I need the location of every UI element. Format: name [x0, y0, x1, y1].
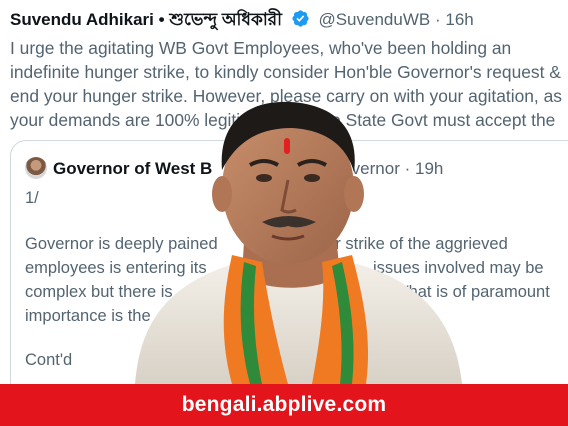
quoted-line: importance is the [25, 307, 151, 325]
tweet-line: your demands are 100% legiti d the State … [10, 108, 568, 132]
quoted-line: issues involved may be [373, 259, 544, 277]
meta-dot: · [434, 10, 441, 29]
tweet-line-fragment: d the State Govt must accept the [302, 110, 556, 130]
quoted-line: ger strike of the aggrieved [317, 235, 508, 253]
tweet-body: I urge the agitating WB Govt Employees, … [10, 36, 568, 132]
quoted-line: What is of paramount [393, 283, 550, 301]
quoted-meta: Governor · 19h [329, 159, 443, 179]
quoted-tweet[interactable]: Governor of West B Governor · 19h 1/ Gov… [10, 140, 568, 384]
author-name[interactable]: Suvendu Adhikari [10, 10, 154, 29]
tweet-time[interactable]: 16h [445, 10, 473, 29]
quoted-line: complex but there is [25, 283, 173, 301]
quoted-time[interactable]: 19h [415, 159, 443, 178]
meta-dot: · [404, 159, 411, 178]
quoted-line: Governor is deeply pained [25, 235, 218, 253]
avatar[interactable] [25, 157, 47, 179]
quoted-line: Cont'd [25, 351, 73, 369]
name-separator: • [158, 10, 165, 29]
verified-badge-icon [291, 9, 310, 35]
quoted-line: employees is entering its [25, 259, 207, 277]
quoted-author-name[interactable]: Governor of West B [53, 159, 212, 179]
tweet-line: I urge the agitating WB Govt Employees, … [10, 38, 512, 58]
author-handle[interactable]: @SuvenduWB [318, 10, 430, 29]
tweet-header: Suvendu Adhikari • শুভেন্দু অধিকারী @Suv… [10, 8, 474, 35]
tweet-screenshot: Suvendu Adhikari • শুভেন্দু অধিকারী @Suv… [0, 0, 568, 384]
tweet-line-fragment: your demands are 100% legiti [10, 110, 241, 130]
author-name-bengali[interactable]: শুভেন্দু অধিকারী [169, 10, 282, 29]
tweet-line: end your hunger strike. However, please … [10, 86, 562, 106]
quoted-handle[interactable]: Governor [329, 159, 400, 178]
quoted-line: 1/ [25, 189, 39, 207]
tweet-line: indefinite hunger strike, to kindly cons… [10, 62, 561, 82]
site-url[interactable]: bengali.abplive.com [182, 393, 387, 417]
site-banner: bengali.abplive.com [0, 384, 568, 426]
